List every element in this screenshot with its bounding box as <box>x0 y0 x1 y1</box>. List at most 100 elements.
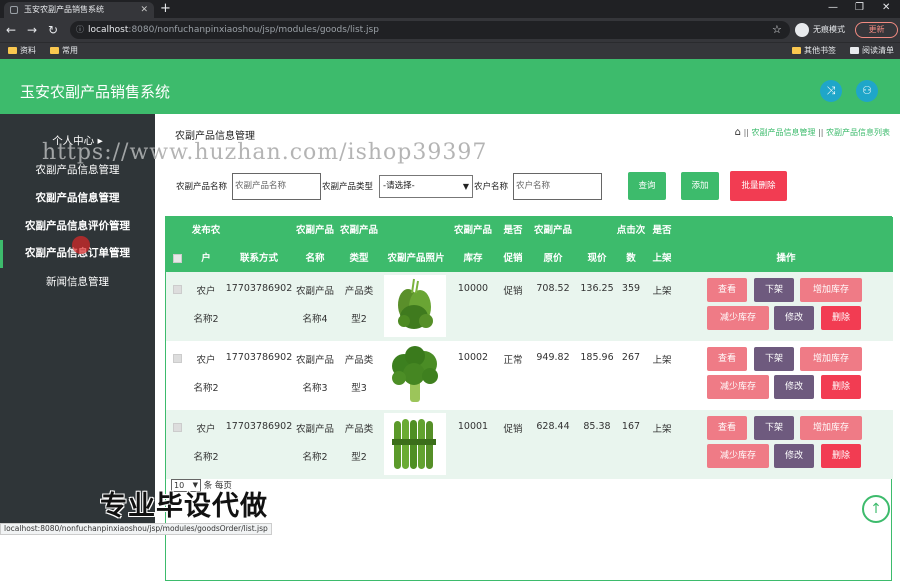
main-content: 农副产品信息管理 ⌂ || 农副产品信息管理 || 农副产品信息列表 农副产品名… <box>155 114 900 581</box>
broccoli-icon <box>392 346 438 402</box>
th-publisher-2: 户 <box>201 253 211 264</box>
th-name-2: 名称 <box>305 253 325 264</box>
cell-name: 农副产品 <box>295 355 334 366</box>
view-button[interactable]: 查看 <box>707 416 747 440</box>
forward-icon[interactable]: → <box>27 21 37 39</box>
restore-icon[interactable]: ❐ <box>855 0 864 16</box>
th-clicks-2: 数 <box>626 253 636 264</box>
close-window-icon[interactable]: ✕ <box>882 0 890 16</box>
sidebar-item-label: 农副产品信息管理 <box>35 164 120 176</box>
owner-search-input[interactable]: 农户名称 <box>513 173 602 200</box>
home-icon[interactable]: ⌂ <box>735 127 741 138</box>
delete-button[interactable]: 删除 <box>821 444 861 468</box>
close-tab-icon[interactable]: ✕ <box>140 2 148 18</box>
cursor-highlight <box>72 236 90 254</box>
cell-stock: 10000 <box>457 283 489 294</box>
add-stock-button[interactable]: 增加库存 <box>800 347 862 371</box>
cell-contact: 17703786902 <box>225 352 293 363</box>
table-row: 农户 名称2 17703786902 农副产品 名称3 产品类 型3 10002… <box>166 341 893 410</box>
url-field[interactable]: ⓘ localhost:8080/nonfuchanpinxiaoshou/js… <box>70 21 790 39</box>
th-type: 农副产品 <box>339 225 378 236</box>
owner-label: 农户名称 <box>474 182 509 192</box>
scroll-to-top-icon[interactable]: ↑ <box>862 495 890 523</box>
cell-listed: 上架 <box>652 286 672 297</box>
delete-button[interactable]: 删除 <box>821 306 861 330</box>
cell-orig-price: 949.82 <box>536 352 570 363</box>
browser-tab-bar: 玉安农副产品销售系统 ✕ + — ❐ ✕ <box>0 0 900 18</box>
app-title: 玉安农副产品销售系统 <box>20 83 171 101</box>
chevron-down-icon: ▼ <box>462 182 469 191</box>
address-bar: ← → ↻ ⓘ localhost:8080/nonfuchanpinxiaos… <box>0 18 900 42</box>
edit-button[interactable]: 修改 <box>774 375 814 399</box>
select-all-checkbox[interactable] <box>173 254 182 263</box>
cell-name-2: 名称2 <box>302 452 328 463</box>
bookmarks-bar: 资料 常用 其他书签 阅读清单 <box>0 42 900 59</box>
incognito-icon <box>795 23 809 37</box>
add-stock-button[interactable]: 增加库存 <box>800 278 862 302</box>
cell-listed: 上架 <box>652 355 672 366</box>
add-button[interactable]: 添加 <box>681 172 719 200</box>
cell-clicks: 167 <box>621 421 641 432</box>
sidebar-item-news[interactable]: 新闻信息管理 <box>0 274 155 289</box>
unlist-button[interactable]: 下架 <box>754 416 794 440</box>
table-row: 农户 名称2 17703786902 农副产品 名称4 产品类 型2 10000… <box>166 272 893 341</box>
cell-contact: 17703786902 <box>225 421 293 432</box>
bookmark-folder[interactable]: 常用 <box>50 43 78 59</box>
th-listed: 是否 <box>652 225 672 236</box>
row-checkbox[interactable] <box>173 354 182 363</box>
green-beans-icon <box>392 419 436 469</box>
sidebar-item-reviews[interactable]: 农副产品信息评价管理 <box>0 218 155 233</box>
row-checkbox[interactable] <box>173 423 182 432</box>
cell-type-2: 型3 <box>351 383 367 394</box>
sidebar-item-products[interactable]: 农副产品信息管理 <box>0 190 155 205</box>
breadcrumb-item[interactable]: 农副产品信息管理 <box>752 128 816 137</box>
query-button[interactable]: 查询 <box>628 172 666 200</box>
cell-listed: 上架 <box>652 424 672 435</box>
cell-publisher-2: 名称2 <box>193 452 219 463</box>
cell-promo: 促销 <box>503 286 523 297</box>
reduce-stock-button[interactable]: 减少库存 <box>707 444 769 468</box>
edit-button[interactable]: 修改 <box>774 306 814 330</box>
back-icon[interactable]: ← <box>6 21 16 39</box>
th-listed-2: 上架 <box>652 253 672 264</box>
add-stock-button[interactable]: 增加库存 <box>800 416 862 440</box>
sidebar-item-label: 新闻信息管理 <box>46 276 109 288</box>
fullscreen-icon[interactable]: ⤨ <box>820 80 842 102</box>
minimize-icon[interactable]: — <box>828 0 838 16</box>
update-button[interactable]: 更新 <box>855 22 898 38</box>
batch-delete-button[interactable]: 批量删除 <box>730 171 787 201</box>
info-icon[interactable]: ⓘ <box>76 21 84 39</box>
breadcrumb-item: 农副产品信息列表 <box>826 128 890 137</box>
new-tab-icon[interactable]: + <box>160 0 171 17</box>
reading-list[interactable]: 阅读清单 <box>850 43 894 59</box>
name-search-input[interactable]: 农副产品名称 <box>232 173 321 200</box>
cell-type-2: 型2 <box>351 452 367 463</box>
edit-button[interactable]: 修改 <box>774 444 814 468</box>
row-checkbox[interactable] <box>173 285 182 294</box>
sidebar-item-label: 农副产品信息管理 <box>35 192 120 204</box>
type-select[interactable]: -请选择- ▼ <box>379 175 473 198</box>
cell-stock: 10002 <box>457 352 489 363</box>
url-host: localhost <box>88 25 129 35</box>
cell-publisher: 农户 <box>196 424 216 435</box>
user-icon[interactable]: ⚇ <box>856 80 878 102</box>
unlist-button[interactable]: 下架 <box>754 278 794 302</box>
bookmark-folder-other[interactable]: 其他书签 <box>792 43 836 59</box>
cell-clicks: 267 <box>621 352 641 363</box>
reduce-stock-button[interactable]: 减少库存 <box>707 306 769 330</box>
th-publisher: 发布农 <box>191 225 221 236</box>
th-promo-2: 促销 <box>503 253 523 264</box>
reduce-stock-button[interactable]: 减少库存 <box>707 375 769 399</box>
bookmark-folder[interactable]: 资料 <box>8 43 36 59</box>
delete-button[interactable]: 删除 <box>821 375 861 399</box>
page-favicon-icon <box>10 6 18 14</box>
cell-type: 产品类 <box>344 424 374 435</box>
cell-publisher: 农户 <box>196 286 216 297</box>
th-stock: 农副产品 <box>453 225 492 236</box>
bookmark-star-icon[interactable]: ☆ <box>772 21 782 39</box>
view-button[interactable]: 查看 <box>707 347 747 371</box>
unlist-button[interactable]: 下架 <box>754 347 794 371</box>
view-button[interactable]: 查看 <box>707 278 747 302</box>
browser-tab[interactable]: 玉安农副产品销售系统 ✕ <box>4 2 154 18</box>
reload-icon[interactable]: ↻ <box>48 21 58 39</box>
